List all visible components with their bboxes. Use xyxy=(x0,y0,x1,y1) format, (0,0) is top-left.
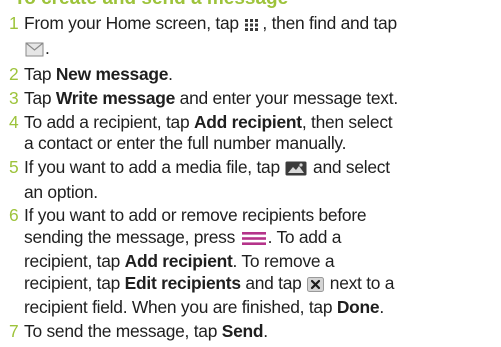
step-number: 1 xyxy=(9,13,19,33)
text-run: sending the message, press xyxy=(24,226,240,247)
text-run: recipient field. When you are finished, … xyxy=(24,297,337,318)
ui-term: New message xyxy=(55,64,169,85)
ui-term: Add recipient xyxy=(124,251,233,272)
text-run: . xyxy=(263,321,268,342)
section-heading: To create and send a message xyxy=(14,0,288,10)
text-run: . To remove a xyxy=(232,251,335,272)
text-run: . xyxy=(45,37,50,58)
step-number: 7 xyxy=(9,321,19,342)
step-6: 6 If you want to add or remove recipient… xyxy=(0,205,501,319)
step-number: 2 xyxy=(9,64,19,85)
text-run: , then find and tap xyxy=(262,13,397,33)
envelope-icon xyxy=(25,41,44,63)
step-text-cont: sending the message, press . To add a xyxy=(24,227,501,252)
step-text: If you want to add a media file, tap and… xyxy=(24,157,501,182)
text-run: and enter your message text. xyxy=(175,88,398,109)
ui-term: Done xyxy=(336,297,380,318)
text-run: . xyxy=(168,64,173,85)
ui-term: Write message xyxy=(55,88,176,109)
step-text: Tap New message. xyxy=(24,64,501,86)
media-icon xyxy=(285,160,307,182)
text-run: If you want to add a media file, tap xyxy=(24,157,285,178)
steps-list: 1 From your Home screen, tap , then find… xyxy=(0,13,501,345)
app-grid-icon xyxy=(244,16,261,38)
step-1: 1 From your Home screen, tap , then find… xyxy=(0,13,501,62)
step-5: 5 If you want to add a media file, tap a… xyxy=(0,157,501,203)
step-text-cont: recipient field. When you are finished, … xyxy=(24,297,501,319)
step-text-cont: . xyxy=(24,38,501,63)
text-run: . To add a xyxy=(267,226,342,247)
menu-icon xyxy=(241,230,267,252)
step-text: To send the message, tap Send. xyxy=(24,321,501,343)
step-3: 3 Tap Write message and enter your messa… xyxy=(0,88,501,110)
step-7: 7 To send the message, tap Send. xyxy=(0,321,501,343)
ui-term: Send xyxy=(221,321,264,342)
text-run: recipient, tap xyxy=(24,251,125,272)
text-run: and tap xyxy=(240,272,307,293)
text-run: recipient, tap xyxy=(24,272,125,293)
step-text: To add a recipient, tap Add recipient, t… xyxy=(24,112,501,134)
text-run: To add a recipient, tap xyxy=(24,111,194,132)
text-run: next to a xyxy=(325,272,395,293)
text-run: From your Home screen, tap xyxy=(24,13,244,33)
text-run: , then select xyxy=(301,111,393,132)
step-text-cont: recipient, tap Add recipient. To remove … xyxy=(24,251,501,273)
step-text: Tap Write message and enter your message… xyxy=(24,88,501,110)
ui-term: Edit recipients xyxy=(124,272,241,293)
remove-icon xyxy=(307,276,325,298)
text-run: Tap xyxy=(24,64,56,85)
step-text-cont: recipient, tap Edit recipients and tap n… xyxy=(24,273,501,298)
text-run: and select xyxy=(308,157,390,178)
step-number: 4 xyxy=(9,111,19,132)
step-text-cont: an option. xyxy=(24,181,98,202)
step-number: 6 xyxy=(9,205,19,226)
step-number: 3 xyxy=(9,88,19,109)
step-text-cont: a contact or enter the full number manua… xyxy=(24,133,347,154)
text-run: Tap xyxy=(24,88,56,109)
step-number: 5 xyxy=(9,157,19,178)
step-4: 4 To add a recipient, tap Add recipient,… xyxy=(0,112,501,155)
step-text: If you want to add or remove recipients … xyxy=(24,205,367,226)
step-text: From your Home screen, tap , then find a… xyxy=(24,13,501,38)
text-run: . xyxy=(379,297,384,318)
step-2: 2 Tap New message. xyxy=(0,64,501,86)
text-run: To send the message, tap xyxy=(24,321,222,342)
ui-term: Add recipient xyxy=(193,111,302,132)
